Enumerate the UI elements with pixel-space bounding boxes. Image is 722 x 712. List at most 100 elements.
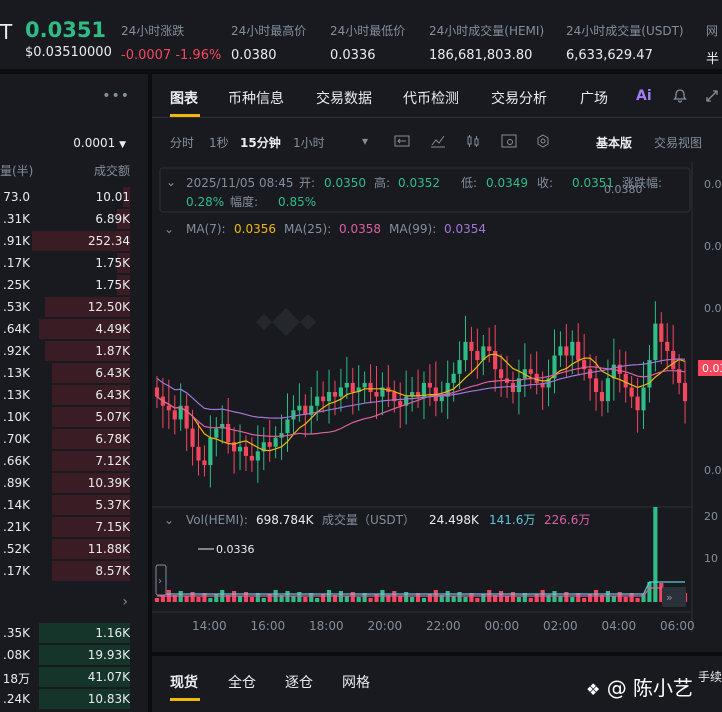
candle-body: [623, 373, 628, 388]
ask-total: 1.75K: [95, 278, 130, 292]
tab-cross[interactable]: 全仓: [228, 672, 256, 692]
candlestick-chart[interactable]: ⌄ 2025/11/05 08:45 开: 0.0350 高: 0.0352 低…: [152, 162, 722, 652]
ask-row[interactable]: .17K 1.75K: [0, 252, 130, 274]
bell-icon[interactable]: [672, 88, 688, 108]
bid-row[interactable]: .08K 19.93K: [0, 644, 130, 666]
more-dots-icon[interactable]: •••: [102, 88, 130, 104]
tab-spot[interactable]: 现货: [170, 672, 198, 692]
volume-bar: [504, 596, 510, 602]
candle-body: [190, 428, 195, 447]
volume-bar: [261, 598, 266, 602]
ask-total: 12.50K: [87, 300, 130, 314]
interval-dropdown-icon[interactable]: ▾: [362, 134, 368, 148]
tab-coin-info[interactable]: 币种信息: [228, 88, 284, 108]
ma7-label: MA(7):: [186, 222, 226, 236]
ask-row[interactable]: .13K 6.43K: [0, 362, 130, 384]
interval-15m[interactable]: 15分钟: [240, 134, 281, 151]
ask-row[interactable]: .64K 4.49K: [0, 318, 130, 340]
ask-qty: .10K: [3, 410, 30, 424]
ask-total: 6.43K: [95, 366, 130, 380]
candle-body: [564, 346, 569, 356]
candle-body: [291, 410, 296, 420]
ma-collapse-icon[interactable]: ⌄: [164, 222, 174, 236]
candle-body: [368, 382, 373, 393]
x-tick-label: 18:00: [309, 619, 344, 633]
ask-row[interactable]: .14K 5.37K: [0, 494, 130, 516]
symbol-label[interactable]: T: [0, 20, 12, 44]
bid-row[interactable]: .24K 10.83K: [0, 688, 130, 710]
interval-1h[interactable]: 1小时: [293, 134, 325, 151]
candle-body: [285, 419, 290, 434]
ask-row[interactable]: .70K 6.78K: [0, 428, 130, 450]
ask-row[interactable]: .53K 12.50K: [0, 296, 130, 318]
double-chevron-right-icon[interactable]: »: [666, 591, 673, 604]
bid-row[interactable]: 18万 41.07K: [0, 666, 130, 688]
interval-line[interactable]: 分时: [170, 134, 194, 151]
candle-body: [321, 396, 326, 402]
x-tick-label: 20:00: [368, 619, 403, 633]
ask-row[interactable]: .13K 6.43K: [0, 384, 130, 406]
indicator-icon[interactable]: [394, 134, 410, 151]
vol-collapse-icon[interactable]: ⌄: [164, 513, 174, 527]
volume-bar: [237, 596, 243, 602]
ask-total: 1.87K: [95, 344, 130, 358]
volume-bar: [588, 594, 593, 602]
tab-token-check[interactable]: 代币检测: [403, 88, 459, 108]
ask-row[interactable]: .91K 252.34: [0, 230, 130, 252]
stat-24h-change: 24小时涨跌 -0.0007 -1.96%: [121, 22, 221, 63]
expand-icon[interactable]: [704, 88, 720, 108]
compare-icon[interactable]: [501, 134, 517, 151]
ask-row[interactable]: .89K 10.39K: [0, 472, 130, 494]
candle-body: [196, 446, 201, 461]
chart-tabs: 图表 币种信息 交易数据 代币检测 交易分析 广场 Ai: [152, 74, 722, 118]
ask-row[interactable]: .17K 8.57K: [0, 560, 130, 582]
ask-total: 8.57K: [95, 564, 130, 578]
x-axis: 14:00 16:00 18:00 20:00 22:00 00:00 02:00 04:00…: [192, 619, 695, 633]
tab-isolated[interactable]: 逐仓: [285, 672, 313, 692]
chevron-right-icon[interactable]: ›: [122, 594, 128, 610]
chart-panel: 图表 币种信息 交易数据 代币检测 交易分析 广场 Ai 分时 1秒 15分钟 …: [152, 74, 722, 652]
tab-grid[interactable]: 网格: [342, 672, 370, 692]
interval-1s[interactable]: 1秒: [209, 134, 229, 151]
ai-icon[interactable]: Ai: [636, 88, 652, 104]
ask-total: 7.12K: [95, 454, 130, 468]
candle-body: [350, 382, 355, 393]
ask-row[interactable]: .92K 1.87K: [0, 340, 130, 362]
candle-body: [154, 387, 160, 397]
settings-icon[interactable]: [536, 134, 550, 151]
ask-row[interactable]: .21K 7.15K: [0, 516, 130, 538]
candle-body: [451, 373, 456, 383]
ask-row[interactable]: .31K 6.89K: [0, 208, 130, 230]
tab-trading-data[interactable]: 交易数据: [316, 88, 372, 108]
ask-qty: .89K: [3, 476, 30, 490]
candle-body: [344, 382, 349, 388]
ask-total: 1.75K: [95, 256, 130, 270]
ask-row[interactable]: .25K 1.75K: [0, 274, 130, 296]
drawing-icon[interactable]: [430, 134, 446, 151]
ask-row[interactable]: .10K 5.07K: [0, 406, 130, 428]
tab-chart[interactable]: 图表: [170, 88, 198, 108]
ask-row[interactable]: .52K 11.88K: [0, 538, 130, 560]
precision-select[interactable]: 0.0001 ▼: [73, 136, 126, 150]
volume-bar: [481, 594, 486, 602]
volume-bar: [196, 597, 201, 602]
x-tick-label: 16:00: [251, 619, 286, 633]
view-basic[interactable]: 基本版: [596, 134, 632, 151]
y-tick-label: 0.0: [704, 178, 722, 191]
chevron-right-icon[interactable]: ›: [158, 576, 162, 587]
vol-y-tick: 20: [704, 510, 718, 523]
candle-body: [570, 341, 575, 356]
ticker-bar: T 0.0351 $0.03510000 24小时涨跌 -0.0007 -1.9…: [0, 0, 722, 70]
ask-total: 11.88K: [87, 542, 130, 556]
ask-row[interactable]: .66K 7.12K: [0, 450, 130, 472]
candle-body: [599, 392, 605, 402]
view-tradingview[interactable]: 交易视图: [654, 134, 702, 151]
bid-row[interactable]: .35K 1.16K: [0, 622, 130, 644]
fee-link[interactable]: 手续: [698, 668, 722, 685]
ohlc-collapse-icon[interactable]: ⌄: [166, 175, 176, 189]
ask-row[interactable]: 73.0 10.01: [0, 186, 130, 208]
chart-canvas[interactable]: ⌄ 2025/11/05 08:45 开: 0.0350 高: 0.0352 低…: [152, 162, 722, 652]
candle-type-icon[interactable]: [465, 134, 481, 151]
tab-square[interactable]: 广场: [580, 88, 608, 108]
tab-trade-analysis[interactable]: 交易分析: [491, 88, 547, 108]
